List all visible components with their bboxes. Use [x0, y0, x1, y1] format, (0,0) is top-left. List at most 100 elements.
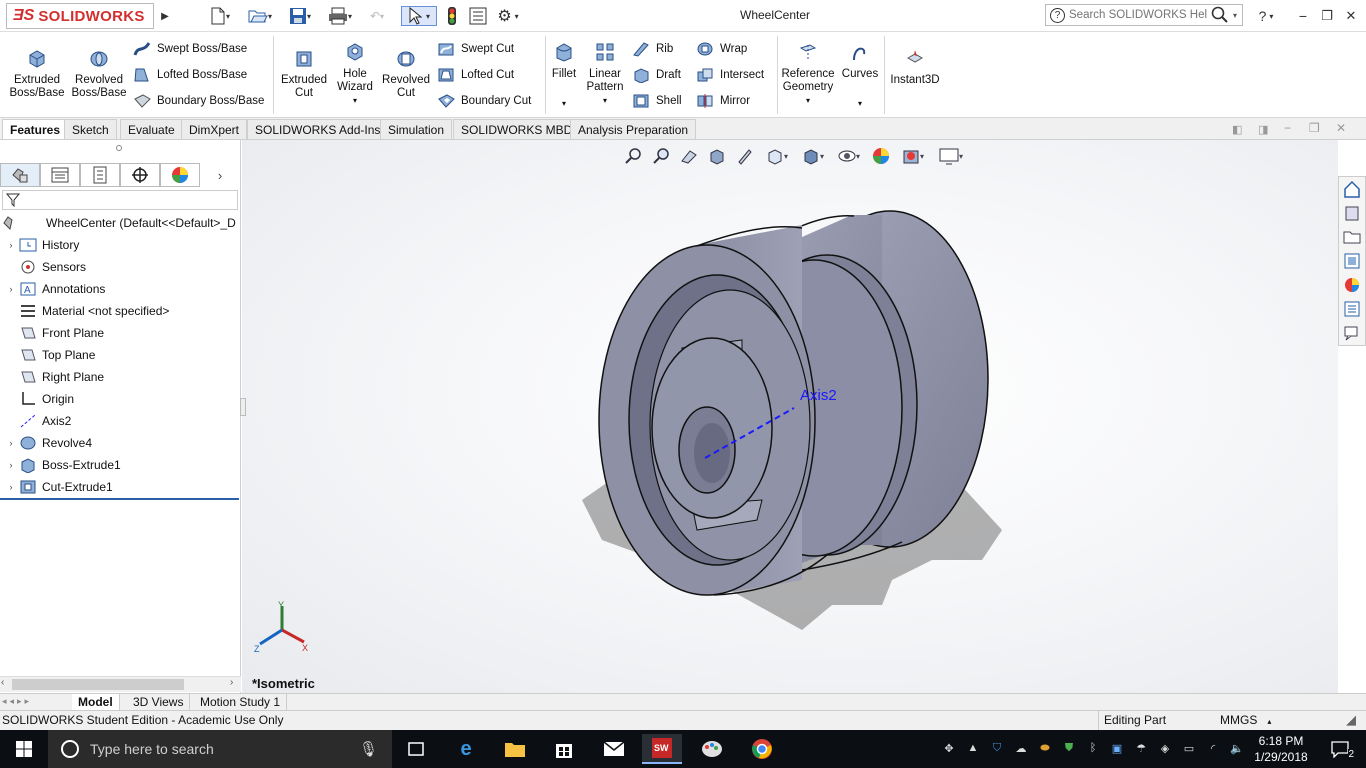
- tab-3d-views[interactable]: 3D Views: [127, 694, 191, 711]
- hole-wizard-dropdown-icon[interactable]: ▾: [333, 94, 377, 107]
- tab-solidworks-mbd[interactable]: SOLIDWORKS MBD: [453, 119, 581, 139]
- solidworks-logo[interactable]: ƎS SOLIDWORKS: [6, 3, 154, 29]
- linear-pattern-dropdown-icon[interactable]: ▾: [584, 94, 626, 107]
- viewport-next-icon[interactable]: ◨: [1258, 123, 1268, 136]
- search-icon[interactable]: [1211, 6, 1229, 24]
- tab-features[interactable]: Features: [2, 119, 69, 139]
- tree-item[interactable]: › Boss-Extrude1: [0, 454, 241, 476]
- windows-start-icon[interactable]: [4, 734, 44, 764]
- solidworks-taskbar-icon[interactable]: SW: [642, 734, 682, 764]
- wifi-icon[interactable]: ◜: [1204, 739, 1222, 757]
- expand-arrow-icon[interactable]: ›: [4, 240, 18, 250]
- appearances-icon[interactable]: [1339, 273, 1365, 297]
- axis2-label[interactable]: Axis2: [800, 387, 837, 404]
- tree-item[interactable]: Front Plane: [0, 322, 241, 344]
- lofted-cut-button[interactable]: Lofted Cut: [437, 67, 514, 83]
- new-document-icon[interactable]: ▾: [205, 6, 235, 26]
- rebuild-icon[interactable]: [444, 6, 460, 26]
- open-document-icon[interactable]: ▾: [245, 6, 275, 26]
- resize-grip-icon[interactable]: ◢: [1346, 712, 1356, 728]
- scrollbar-thumb[interactable]: [12, 679, 184, 690]
- taskbar-clock[interactable]: 6:18 PM 1/29/2018: [1250, 733, 1312, 765]
- expand-arrow-icon[interactable]: ›: [4, 482, 18, 492]
- volume-icon[interactable]: 🔈: [1228, 739, 1246, 757]
- extruded-boss-button[interactable]: Extruded Boss/Base: [8, 48, 66, 100]
- fillet-button[interactable]: Fillet ▾: [548, 42, 580, 110]
- panel-splitter-handle[interactable]: [116, 145, 122, 151]
- design-library-icon[interactable]: [1339, 201, 1365, 225]
- viewport-minimize-icon[interactable]: −: [1284, 121, 1291, 135]
- expand-arrow-icon[interactable]: ›: [4, 438, 18, 448]
- boundary-boss-button[interactable]: Boundary Boss/Base: [133, 93, 264, 109]
- tab-model[interactable]: Model: [72, 694, 120, 711]
- expand-arrow-icon[interactable]: ›: [4, 284, 18, 294]
- undo-icon[interactable]: ↶ ▾: [362, 6, 392, 26]
- help-search-input[interactable]: [1069, 9, 1207, 21]
- boundary-cut-button[interactable]: Boundary Cut: [437, 93, 531, 109]
- tab-dimxpert[interactable]: DimXpert: [181, 119, 248, 139]
- search-dropdown-icon[interactable]: ▾: [1233, 11, 1237, 20]
- tree-item[interactable]: › Cut-Extrude1: [0, 476, 241, 498]
- expand-arrow-icon[interactable]: ›: [4, 460, 18, 470]
- microphone-icon[interactable]: 🎙: [359, 740, 378, 758]
- shell-button[interactable]: Shell: [632, 93, 682, 109]
- tab-simulation[interactable]: Simulation: [380, 119, 453, 139]
- mirror-button[interactable]: Mirror: [696, 93, 750, 109]
- extruded-cut-button[interactable]: Extruded Cut: [277, 48, 331, 100]
- instant3d-button[interactable]: Instant3D: [888, 48, 942, 87]
- reference-geometry-button[interactable]: Reference Geometry ▾: [780, 42, 836, 107]
- help-search-box[interactable]: ? ▾: [1045, 4, 1243, 26]
- tree-root-part[interactable]: WheelCenter (Default<<Default>_D: [0, 212, 241, 234]
- viewport-restore-icon[interactable]: ❐: [1309, 121, 1320, 135]
- tree-item[interactable]: › A Annotations: [0, 278, 241, 300]
- tree-filter-bar[interactable]: [2, 190, 238, 210]
- tree-item[interactable]: › Revolve4: [0, 432, 241, 454]
- panel-tabs-more-icon[interactable]: ›: [200, 168, 240, 183]
- linear-pattern-button[interactable]: Linear Pattern ▾: [584, 42, 626, 107]
- minimize-button[interactable]: −: [1292, 6, 1314, 26]
- close-button[interactable]: ✕: [1340, 6, 1362, 26]
- task-view-icon[interactable]: [396, 734, 436, 764]
- scroll-right-icon[interactable]: ›: [230, 677, 233, 688]
- tab-scroll-arrows-icon[interactable]: ◂◂▸▸: [2, 696, 32, 707]
- options-gear-icon[interactable]: ⚙ ▾: [492, 6, 524, 26]
- tree-item[interactable]: Material <not specified>: [0, 300, 241, 322]
- mail-icon[interactable]: [594, 734, 634, 764]
- tray-app-icon[interactable]: ▲: [964, 739, 982, 757]
- tab-sketch[interactable]: Sketch: [64, 119, 117, 139]
- panel-horizontal-scrollbar[interactable]: ‹ ›: [0, 676, 241, 692]
- file-explorer-taskbar-icon[interactable]: [495, 734, 535, 764]
- tray-s-icon[interactable]: ⛉: [988, 739, 1006, 757]
- forum-icon[interactable]: [1339, 321, 1365, 345]
- curves-dropdown-icon[interactable]: ▾: [840, 97, 880, 110]
- dimxpert-manager-tab[interactable]: [120, 163, 160, 187]
- battery-icon[interactable]: ▭: [1180, 739, 1198, 757]
- help-button[interactable]: ? ▾: [1254, 6, 1278, 26]
- tree-item[interactable]: Right Plane: [0, 366, 241, 388]
- tray-orange-icon[interactable]: ⬬: [1036, 739, 1054, 757]
- display-manager-tab[interactable]: [160, 163, 200, 187]
- panel-collapse-handle[interactable]: [240, 398, 246, 416]
- rib-button[interactable]: Rib: [632, 41, 673, 57]
- configuration-manager-tab[interactable]: [80, 163, 120, 187]
- units-selector[interactable]: MMGS ▴: [1220, 713, 1271, 727]
- wrap-button[interactable]: Wrap: [696, 41, 747, 57]
- select-tool-icon[interactable]: ▾: [401, 6, 437, 26]
- graphics-area[interactable]: ▾ ▾ ▾ ▾ ▾ Axis2 Y X Z *Isometric: [240, 140, 1338, 693]
- file-explorer-icon[interactable]: [1339, 225, 1365, 249]
- onedrive-icon[interactable]: ☁: [1012, 739, 1030, 757]
- chrome-icon[interactable]: [742, 734, 782, 764]
- edge-browser-icon[interactable]: e: [446, 734, 486, 764]
- tray-cloud-icon[interactable]: ☂: [1132, 739, 1150, 757]
- swept-boss-button[interactable]: Swept Boss/Base: [133, 41, 247, 57]
- bluetooth-icon[interactable]: ᛒ: [1084, 739, 1102, 757]
- print-icon[interactable]: ▾: [325, 6, 355, 26]
- taskbar-search[interactable]: Type here to search 🎙: [48, 730, 392, 768]
- custom-properties-icon[interactable]: [1339, 297, 1365, 321]
- file-properties-icon[interactable]: [467, 6, 489, 26]
- part-model[interactable]: [242, 140, 1338, 693]
- draft-button[interactable]: Draft: [632, 67, 681, 83]
- tree-item[interactable]: Sensors: [0, 256, 241, 278]
- tab-evaluate[interactable]: Evaluate: [120, 119, 183, 139]
- property-manager-tab[interactable]: [40, 163, 80, 187]
